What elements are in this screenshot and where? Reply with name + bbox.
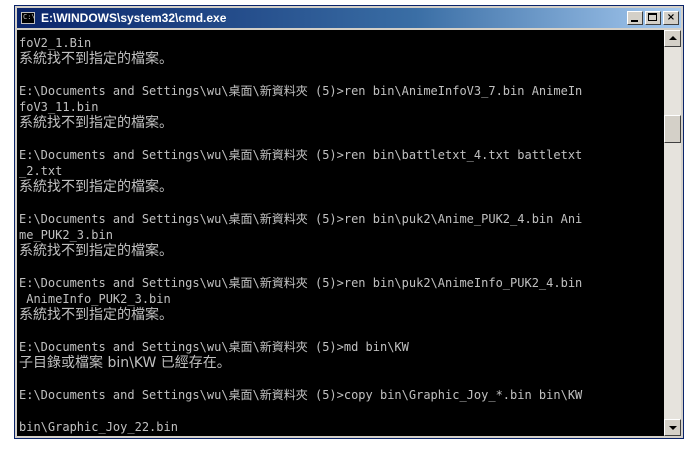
maximize-icon <box>648 13 657 21</box>
console-line: 系統找不到指定的檔案。 <box>19 115 173 131</box>
maximize-button[interactable] <box>645 11 661 25</box>
console-line: _2.txt <box>19 164 63 178</box>
console-line: E:\Documents and Settings\wu\桌面\新資料夾 (5)… <box>19 212 583 226</box>
console-line: E:\Documents and Settings\wu\桌面\新資料夾 (5)… <box>19 276 583 290</box>
cmd-window: C:\ E:\WINDOWS\system32\cmd.exe × foV2_1… <box>14 5 684 439</box>
console-line: bin\Graphic_Joy_22.bin <box>19 420 178 434</box>
console-line: me_PUK2_3.bin <box>19 228 113 242</box>
title-bar[interactable]: C:\ E:\WINDOWS\system32\cmd.exe × <box>17 8 681 28</box>
console-line: 系統找不到指定的檔案。 <box>19 307 173 323</box>
close-icon: × <box>666 12 676 23</box>
cmd-icon-text: C:\ <box>23 13 36 21</box>
console-line: foV3_11.bin <box>19 100 99 114</box>
console-line: 系統找不到指定的檔案。 <box>19 243 173 259</box>
console-line: E:\Documents and Settings\wu\桌面\新資料夾 (5)… <box>19 148 583 162</box>
console-line: 系統找不到指定的檔案。 <box>19 51 173 67</box>
console-line: 子目錄或檔案 bin\KW 已經存在。 <box>19 355 231 371</box>
console-line: E:\Documents and Settings\wu\桌面\新資料夾 (5)… <box>19 84 583 98</box>
minimize-icon <box>631 20 638 22</box>
console-line: E:\Documents and Settings\wu\桌面\新資料夾 (5)… <box>19 388 583 402</box>
scroll-down-arrow-icon <box>669 426 677 430</box>
console-line: E:\Documents and Settings\wu\桌面\新資料夾 (5)… <box>19 340 409 354</box>
close-button[interactable]: × <box>663 11 679 25</box>
vertical-scrollbar[interactable] <box>664 30 681 436</box>
minimize-button[interactable] <box>627 11 643 25</box>
scroll-up-button[interactable] <box>664 30 681 47</box>
console-line: AnimeInfo_PUK2_3.bin <box>19 292 171 306</box>
cmd-icon[interactable]: C:\ <box>21 12 36 24</box>
window-title: E:\WINDOWS\system32\cmd.exe <box>41 11 227 25</box>
console-line: foV2_1.Bin <box>19 36 92 50</box>
scrollbar-thumb[interactable] <box>664 115 681 143</box>
console-output[interactable]: foV2_1.Bin 系統找不到指定的檔案。 E:\Documents and … <box>17 30 664 436</box>
scroll-up-arrow-icon <box>669 36 677 40</box>
console-line: 系統找不到指定的檔案。 <box>19 179 173 195</box>
scroll-down-button[interactable] <box>664 419 681 436</box>
